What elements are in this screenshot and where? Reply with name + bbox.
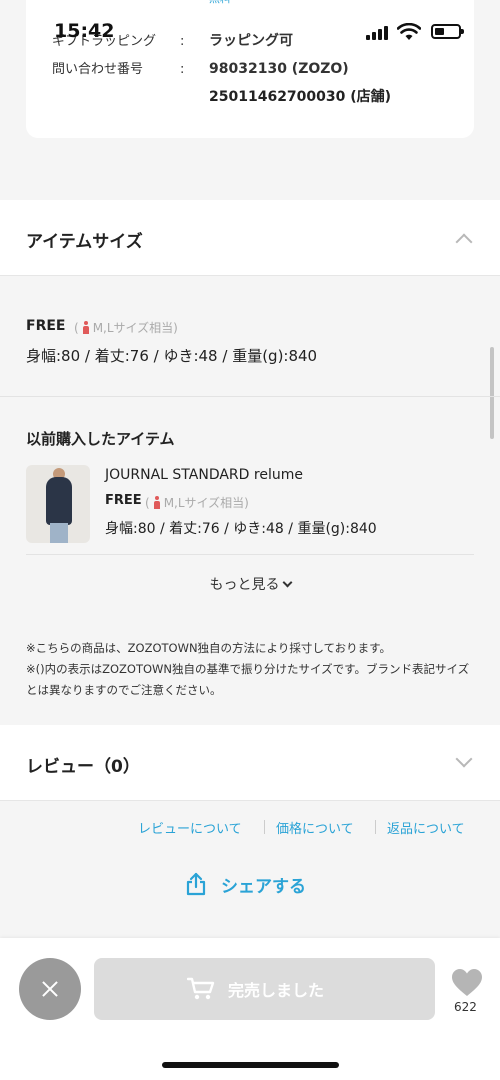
price-about-link[interactable]: 価格について <box>276 818 354 837</box>
share-icon <box>186 872 206 896</box>
previous-item-size-note: ( M,Lサイズ相当) <box>145 494 249 511</box>
divider <box>0 396 500 397</box>
battery-icon <box>431 24 464 39</box>
share-label: シェアする <box>221 877 306 897</box>
previous-item-brand[interactable]: JOURNAL STANDARD relume <box>105 467 303 483</box>
chevron-down-icon[interactable] <box>455 750 473 768</box>
review-title: レビュー（0） <box>26 757 140 777</box>
item-size-section-header[interactable]: アイテムサイズ <box>0 200 500 276</box>
person-icon <box>82 321 90 334</box>
note-paren: ( <box>74 321 79 335</box>
measurement-notes: ※こちらの商品は、ZOZOTOWN独自の方法により採寸しております。 ※()内の… <box>26 638 476 701</box>
inquiry-number-store: 25011462700030 (店舗) <box>209 89 392 105</box>
size-name: FREE <box>26 318 66 334</box>
sold-out-button[interactable]: 完売しました <box>94 958 435 1020</box>
like-count: 622 <box>454 1000 477 1014</box>
colon: : <box>180 62 185 77</box>
size-equivalent-note: ( M,Lサイズ相当) <box>74 319 178 336</box>
cellular-signal-icon <box>366 26 390 40</box>
previous-item-equivalent-text: M,Lサイズ相当) <box>163 496 249 510</box>
note-line: ※()内の表示はZOZOTOWN独自の基準で振り分けたサイズです。ブランド表記サ… <box>26 662 470 697</box>
info-links: レビューについて 価格について 返品について <box>0 818 500 838</box>
chevron-up-icon[interactable] <box>455 233 473 251</box>
close-button[interactable] <box>19 958 81 1020</box>
cart-icon <box>187 977 215 1000</box>
shipping-fee-value: 無料 <box>209 0 231 6</box>
previous-item-thumbnail[interactable] <box>26 465 90 543</box>
bottom-action-bar: 完売しました 622 <box>0 938 500 1080</box>
sold-out-label: 完売しました <box>228 981 325 1000</box>
home-indicator <box>162 1062 339 1068</box>
previous-item-size: FREE <box>105 493 142 508</box>
note-paren: ( <box>145 496 150 510</box>
inquiry-number-zozo: 98032130 (ZOZO) <box>209 61 349 77</box>
review-section-header[interactable]: レビュー（0） <box>0 725 500 801</box>
status-time: 15:42 <box>54 20 115 42</box>
show-more-label: もっと見る <box>209 577 280 593</box>
separator <box>264 820 265 834</box>
person-icon <box>153 496 161 509</box>
separator <box>375 820 376 834</box>
review-about-link[interactable]: レビューについて <box>138 818 242 837</box>
wifi-icon <box>397 23 421 40</box>
chevron-down-icon <box>282 577 292 588</box>
show-more-button[interactable]: もっと見る <box>0 574 500 594</box>
item-size-title: アイテムサイズ <box>26 232 143 252</box>
size-dimensions: 身幅:80 / 着丈:76 / ゆき:48 / 重量(g):840 <box>26 347 318 365</box>
previous-item-dimensions: 身幅:80 / 着丈:76 / ゆき:48 / 重量(g):840 <box>105 521 377 537</box>
size-equivalent-text: M,Lサイズ相当) <box>92 321 178 335</box>
inquiry-number-label: 問い合わせ番号 <box>52 62 144 77</box>
note-line: ※こちらの商品は、ZOZOTOWN独自の方法により採寸しております。 <box>26 641 391 655</box>
heart-icon[interactable] <box>451 968 483 998</box>
scrollbar[interactable] <box>490 347 494 439</box>
divider <box>26 554 474 555</box>
return-about-link[interactable]: 返品について <box>387 818 465 837</box>
inquiry-number-row: 問い合わせ番号: 98032130 (ZOZO) <box>52 58 349 77</box>
status-bar: 15:42 <box>0 18 500 48</box>
previous-purchase-title: 以前購入したアイテム <box>26 430 175 448</box>
